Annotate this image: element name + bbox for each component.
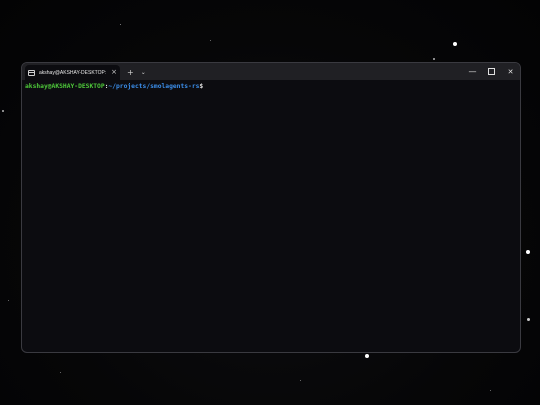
tab-dropdown-button[interactable]: ⌄ [141, 63, 146, 80]
star [210, 40, 211, 41]
star [433, 58, 435, 60]
star [490, 390, 491, 391]
tab-title: akshay@AKSHAY-DESKTOP: ~ [39, 69, 108, 76]
star [527, 318, 530, 321]
desktop-background: akshay@AKSHAY-DESKTOP: ~ × + ⌄ — ✕ aksha… [0, 0, 540, 405]
terminal-area[interactable]: akshay@AKSHAY-DESKTOP:~/projects/smolage… [22, 80, 520, 352]
prompt-symbol: $ [199, 83, 204, 90]
tab-terminal[interactable]: akshay@AKSHAY-DESKTOP: ~ × [25, 65, 120, 80]
prompt-user-host: akshay@AKSHAY-DESKTOP [25, 83, 105, 90]
tab-close-icon[interactable]: × [111, 69, 117, 76]
prompt-path: ~/projects/smolagents-rs [108, 83, 200, 90]
terminal-icon [28, 69, 35, 76]
title-bar: akshay@AKSHAY-DESKTOP: ~ × + ⌄ — ✕ [22, 63, 520, 80]
terminal-window: akshay@AKSHAY-DESKTOP: ~ × + ⌄ — ✕ aksha… [21, 62, 521, 353]
star [2, 110, 4, 112]
minimize-button[interactable]: — [463, 63, 482, 80]
maximize-icon [488, 68, 495, 75]
star [526, 250, 530, 254]
star [8, 300, 9, 301]
new-tab-button[interactable]: + [127, 63, 134, 80]
star [453, 42, 457, 46]
star [120, 24, 121, 25]
star [365, 354, 369, 358]
maximize-button[interactable] [482, 63, 501, 80]
close-button[interactable]: ✕ [501, 63, 520, 80]
window-controls: — ✕ [463, 63, 520, 80]
star [300, 380, 301, 381]
star [60, 372, 61, 373]
